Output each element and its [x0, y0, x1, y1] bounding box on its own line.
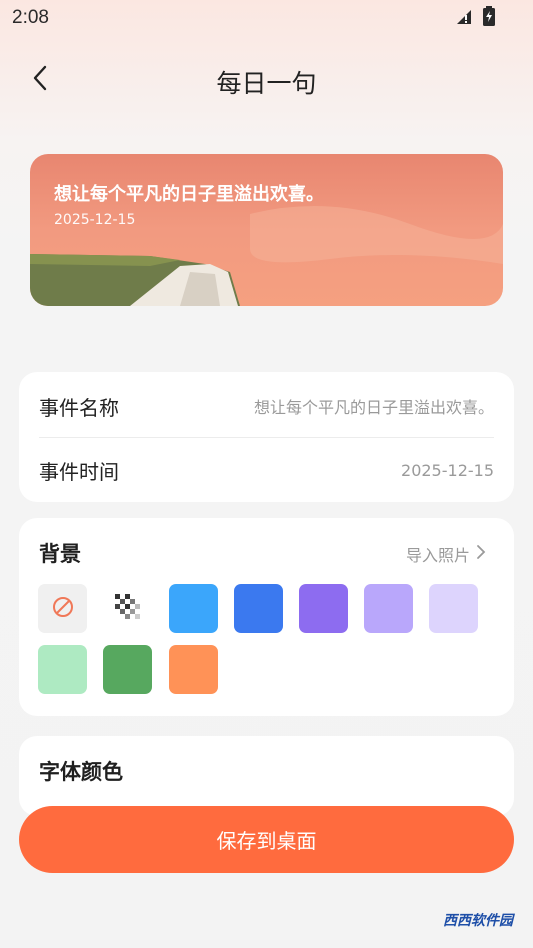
- swatch-green[interactable]: [103, 645, 152, 694]
- import-photo-link[interactable]: 导入照片: [406, 542, 486, 566]
- event-name-row[interactable]: 事件名称 想让每个平凡的日子里溢出欢喜。: [39, 374, 494, 438]
- save-to-desktop-button[interactable]: 保存到桌面: [19, 806, 514, 873]
- status-bar: 2:08: [0, 0, 533, 36]
- event-time-label: 事件时间: [39, 459, 119, 484]
- signal-icon: [455, 7, 473, 29]
- nav-bar: 每日一句: [0, 52, 533, 108]
- swatch-purple[interactable]: [299, 584, 348, 633]
- swatch-transparent[interactable]: [103, 584, 152, 633]
- event-name-label: 事件名称: [39, 395, 119, 420]
- preview-background-image: [30, 154, 503, 306]
- no-background-icon: [52, 596, 74, 622]
- background-card: 背景 导入照片: [19, 518, 514, 716]
- battery-icon: [483, 6, 495, 30]
- font-color-card: 字体颜色: [19, 736, 514, 816]
- swatch-orange[interactable]: [169, 645, 218, 694]
- preview-quote: 想让每个平凡的日子里溢出欢喜。: [54, 184, 324, 205]
- transparent-checker-icon: [115, 594, 140, 623]
- preview-date: 2025-12-15: [54, 212, 136, 228]
- swatch-lavender[interactable]: [364, 584, 413, 633]
- swatch-light-lavender[interactable]: [429, 584, 478, 633]
- event-name-value[interactable]: 想让每个平凡的日子里溢出欢喜。: [254, 394, 494, 418]
- swatch-sky-blue[interactable]: [169, 584, 218, 633]
- event-info-card: 事件名称 想让每个平凡的日子里溢出欢喜。 事件时间 2025-12-15: [19, 372, 514, 502]
- swatch-blue[interactable]: [234, 584, 283, 633]
- background-title: 背景: [39, 542, 81, 566]
- font-color-title: 字体颜色: [39, 760, 123, 784]
- page-title: 每日一句: [216, 69, 317, 98]
- swatch-none[interactable]: [38, 584, 87, 633]
- swatch-mint[interactable]: [38, 645, 87, 694]
- watermark-logo: 西西软件园: [333, 900, 513, 940]
- event-time-row[interactable]: 事件时间 2025-12-15: [39, 438, 494, 502]
- widget-preview: 想让每个平凡的日子里溢出欢喜。 2025-12-15: [30, 154, 503, 306]
- import-photo-label: 导入照片: [405, 546, 470, 565]
- status-time: 2:08: [12, 7, 49, 28]
- event-time-value[interactable]: 2025-12-15: [401, 461, 494, 480]
- status-icons: [455, 6, 495, 30]
- chevron-right-icon: [476, 544, 486, 564]
- watermark-text: 西西软件园: [443, 913, 513, 929]
